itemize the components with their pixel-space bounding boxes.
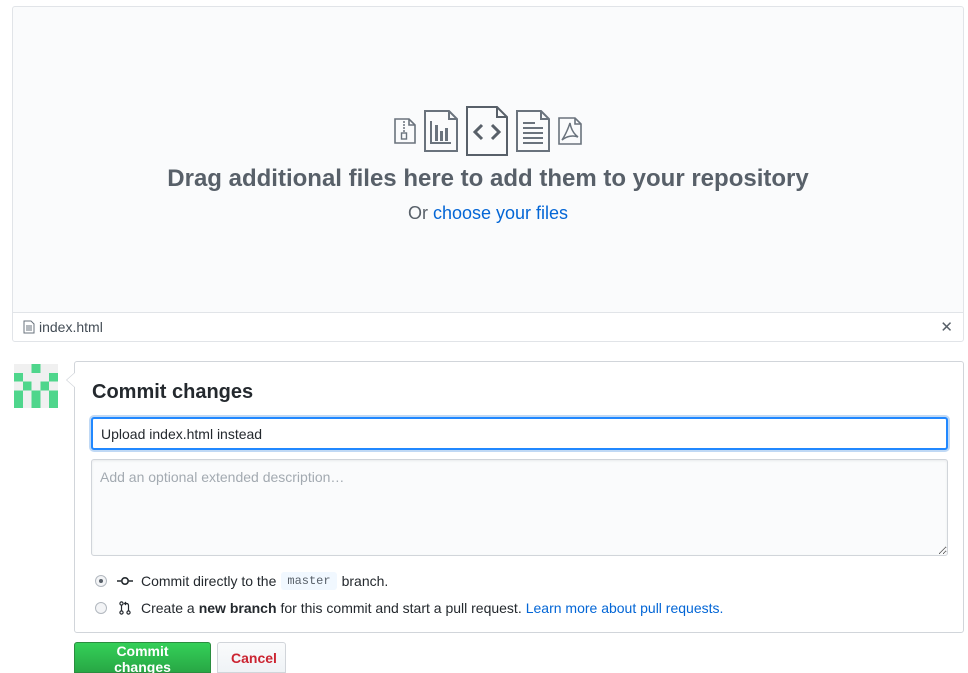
remove-file-close-icon[interactable]: ✕ (940, 318, 953, 336)
branch-name-badge: master (281, 572, 337, 590)
commit-direct-option[interactable]: Commit directly to the master branch. (95, 572, 388, 590)
avatar (14, 364, 58, 408)
drop-zone-subtitle: Or choose your files (13, 203, 963, 224)
choose-files-link[interactable]: choose your files (433, 203, 568, 223)
file-drop-zone[interactable]: Drag additional files here to add them t… (12, 6, 964, 312)
text-file-icon (515, 109, 551, 153)
new-branch-text: Create a (141, 600, 195, 616)
learn-more-pull-requests-link[interactable]: Learn more about pull requests. (526, 600, 724, 616)
new-branch-option[interactable]: Create a new branch for this commit and … (95, 600, 723, 616)
new-branch-text-end: for this commit and start a pull request… (280, 600, 522, 616)
pull-request-icon (117, 601, 133, 615)
new-branch-radio[interactable] (95, 602, 107, 614)
pdf-file-icon (557, 116, 583, 146)
chart-file-icon (423, 109, 459, 153)
commit-form-title: Commit changes (92, 381, 254, 403)
file-type-icons (13, 105, 963, 157)
commit-direct-radio[interactable] (95, 575, 107, 587)
new-branch-emphasis: new branch (198, 600, 277, 616)
drop-zone-or-text: Or (407, 203, 428, 223)
commit-summary-input[interactable] (91, 417, 948, 450)
commit-direct-text: Commit directly to the (141, 573, 277, 589)
uploaded-file-name: index.html (39, 319, 103, 335)
uploaded-file-row: index.html ✕ (12, 312, 964, 342)
commit-description-input[interactable] (91, 459, 948, 556)
drop-zone-title: Drag additional files here to add them t… (167, 165, 809, 192)
commit-form: Commit changes Commit directly to the ma… (66, 361, 964, 633)
cancel-button[interactable]: Cancel (217, 642, 286, 673)
git-commit-icon (117, 574, 133, 588)
commit-changes-button[interactable]: Commit changes (74, 642, 211, 673)
zip-file-icon (393, 117, 417, 145)
file-icon (23, 320, 35, 334)
code-file-icon (465, 105, 509, 157)
commit-direct-text-end: branch. (341, 573, 389, 589)
